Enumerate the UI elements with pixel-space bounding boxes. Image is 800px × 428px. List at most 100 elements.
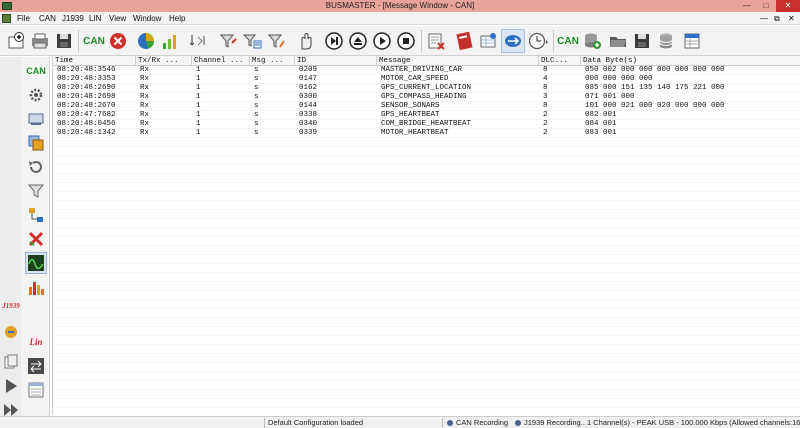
signal-watch-button[interactable] <box>25 252 47 274</box>
status-divider <box>442 418 443 428</box>
bus-monitor-button[interactable] <box>501 29 525 53</box>
node-simulation-button[interactable] <box>25 132 47 154</box>
filter-rail-button[interactable] <box>25 180 47 202</box>
column-header-message[interactable]: Message <box>377 56 539 66</box>
menu-can[interactable]: CAN <box>39 12 56 25</box>
disconnect-button[interactable] <box>106 29 130 53</box>
new-config-button[interactable] <box>4 29 28 53</box>
signal-graph-button[interactable] <box>158 29 182 53</box>
menu-j1939[interactable]: J1939 <box>62 12 84 25</box>
graph-button[interactable] <box>25 276 47 298</box>
column-header-dlc[interactable]: DLC... <box>539 56 581 66</box>
table-row[interactable]: 08:20:48:2690 Rx 1 s 0162 GPS_CURRENT_LO… <box>53 84 800 93</box>
replay-button[interactable] <box>25 156 47 178</box>
menu-lin[interactable]: LIN <box>89 12 101 25</box>
database-button[interactable] <box>452 29 476 53</box>
arrows-down-icon <box>189 35 205 46</box>
stop-button[interactable] <box>394 29 418 53</box>
close-button[interactable]: ✕ <box>776 0 800 12</box>
play-icon <box>373 32 391 50</box>
run-button[interactable] <box>0 375 22 397</box>
settings-button[interactable] <box>25 84 47 106</box>
clear-list-icon <box>428 33 445 50</box>
column-header-txrx[interactable]: Tx/Rx ... <box>136 56 192 66</box>
filter-list-icon <box>242 34 262 49</box>
child-close-button[interactable]: ✕ <box>788 12 795 25</box>
j1939-monitor-button[interactable] <box>0 321 22 343</box>
save-config-button[interactable] <box>52 29 76 53</box>
interpret-button[interactable] <box>294 29 318 53</box>
table-row[interactable]: 08:20:48:3353 Rx 1 s 0147 MOTOR_CAR_SPEE… <box>53 75 800 84</box>
play-button[interactable] <box>370 29 394 53</box>
cell-data-bytes: 071 001 000 <box>585 93 635 101</box>
table-row[interactable]: 08:20:48:2670 Rx 1 s 0144 SENSOR_SONARS … <box>53 102 800 111</box>
status-config: Default Configuration loaded <box>268 418 364 427</box>
cell-message: MASTER_DRIVING_CAR <box>381 66 463 74</box>
cell-dlc: 2 <box>543 111 548 119</box>
status-can-recording: CAN Recording <box>456 418 509 427</box>
replay-icon <box>29 161 42 173</box>
main-toolbar: CAN CAN <box>0 26 800 56</box>
filter-button[interactable] <box>216 29 240 53</box>
expand-button[interactable] <box>186 29 210 53</box>
document-icon[interactable] <box>2 14 11 23</box>
message-window[interactable]: Time Tx/Rx ... Channel ... Msg ... ID Me… <box>52 56 800 415</box>
step-button[interactable] <box>322 29 346 53</box>
hardware-button[interactable] <box>25 108 47 130</box>
j1939-bus-button[interactable]: J1939 <box>0 295 22 317</box>
hardware-icon <box>28 113 44 125</box>
lin-tool-button[interactable] <box>0 351 22 373</box>
minimize-button[interactable]: — <box>738 0 756 12</box>
table-row[interactable]: 08:20:48:3546 Rx 1 s 0209 MASTER_DRIVING… <box>53 66 800 75</box>
cell-channel: 1 <box>196 120 201 128</box>
eject-button[interactable] <box>346 29 370 53</box>
menu-help[interactable]: Help <box>169 12 185 25</box>
add-database-button[interactable] <box>580 29 604 53</box>
connect-button[interactable]: CAN <box>82 29 106 53</box>
database-editor-button[interactable] <box>680 29 704 53</box>
table-row[interactable]: 08:20:48:1342 Rx 1 s 0339 MOTOR_HEARTBEA… <box>53 129 800 138</box>
timestamp-button[interactable] <box>526 29 550 53</box>
column-header-id[interactable]: ID <box>295 56 377 66</box>
column-header-msg-type[interactable]: Msg ... <box>250 56 295 66</box>
table-row[interactable]: 08:20:48:2698 Rx 1 s 0300 GPS_COMPASS_HE… <box>53 93 800 102</box>
can-connect-button[interactable]: CAN <box>556 29 580 53</box>
configure-button[interactable] <box>476 29 500 53</box>
column-header-channel[interactable]: Channel ... <box>192 56 250 66</box>
funnel-icon <box>27 184 45 198</box>
save-database-button[interactable] <box>630 29 654 53</box>
clear-button[interactable] <box>424 29 448 53</box>
cell-time: 08:20:48:2670 <box>57 102 116 110</box>
delete-button[interactable] <box>25 228 47 250</box>
column-header-data-bytes[interactable]: Data Byte(s) <box>581 56 800 66</box>
menu-view[interactable]: View <box>109 12 126 25</box>
table-row[interactable]: 08:20:48:0456 Rx 1 s 0340 COM_BRIDGE_HEA… <box>53 120 800 129</box>
lin-label: Lin <box>29 337 43 347</box>
cell-dlc: 8 <box>543 102 548 110</box>
menu-window[interactable]: Window <box>133 12 161 25</box>
network-button[interactable] <box>25 204 47 226</box>
cell-dlc: 3 <box>543 93 548 101</box>
menu-file[interactable]: File <box>17 12 30 25</box>
child-restore-button[interactable]: ⧉ <box>774 12 780 25</box>
cell-data-bytes: 082 001 <box>585 111 617 119</box>
bar-chart-icon <box>163 35 176 49</box>
lin-bus-button[interactable]: Lin <box>25 331 47 353</box>
database-button[interactable] <box>654 29 678 53</box>
open-folder-button[interactable] <box>606 29 630 53</box>
cell-data-bytes: 050 002 000 000 000 000 000 000 <box>585 66 725 74</box>
can-bus-button[interactable]: CAN <box>25 60 47 82</box>
cell-data-bytes: 084 001 <box>585 120 617 128</box>
statistics-button[interactable] <box>134 29 158 53</box>
table-row[interactable]: 08:20:47:7682 Rx 1 s 0338 GPS_HEARTBEAT … <box>53 111 800 120</box>
cell-id: 0338 <box>299 111 318 119</box>
child-minimize-button[interactable]: — <box>760 12 768 25</box>
maximize-button[interactable]: □ <box>757 0 775 12</box>
lin-transmit-button[interactable] <box>25 355 47 377</box>
message-filter-button[interactable] <box>240 29 264 53</box>
log-filter-button[interactable] <box>264 29 288 53</box>
skip-icon <box>325 32 343 50</box>
open-config-button[interactable] <box>28 29 52 53</box>
column-header-time[interactable]: Time <box>53 56 136 66</box>
lin-config-button[interactable] <box>25 379 47 401</box>
